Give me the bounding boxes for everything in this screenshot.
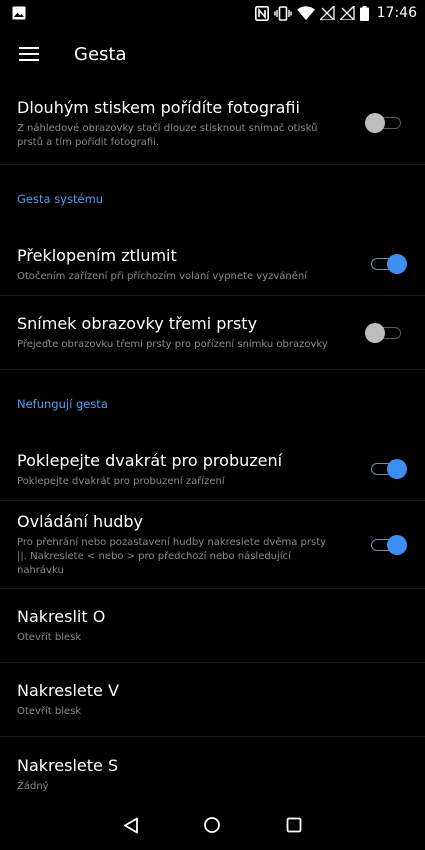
three-finger-toggle[interactable]	[365, 322, 403, 344]
section-header-disabled: Nefungují gesta	[17, 397, 108, 411]
nfc-icon	[254, 5, 269, 21]
signal-off-icon	[339, 6, 355, 20]
app-bar: Gesta	[0, 26, 425, 82]
setting-subtitle: Pro přehrání nebo pozastavení hudby nakr…	[17, 537, 327, 576]
setting-title: Ovládání hudby	[17, 512, 144, 531]
setting-title: Nakreslit O	[17, 607, 106, 626]
setting-subtitle: Z náhledové obrazovky stačí dlouze stisk…	[17, 122, 318, 148]
page-title: Gesta	[74, 43, 127, 65]
home-icon[interactable]	[200, 813, 224, 837]
setting-title: Dlouhým stiskem pořídíte fotografii	[17, 97, 300, 117]
recents-icon[interactable]	[282, 813, 306, 837]
flip-mute-toggle[interactable]	[369, 253, 407, 275]
setting-title: Nakreslete S	[17, 755, 119, 775]
settings-list: Dlouhým stiskem pořídíte fotografii Z ná…	[0, 82, 425, 811]
vibrate-icon	[273, 5, 292, 21]
double-tap-toggle[interactable]	[369, 458, 407, 480]
hamburger-menu-icon[interactable]	[16, 41, 42, 67]
setting-title: Snímek obrazovky třemi prsty	[17, 314, 258, 333]
setting-title: Poklepejte dvakrát pro probuzení	[17, 450, 283, 470]
setting-music-control[interactable]: Ovládání hudby Pro přehrání nebo pozasta…	[0, 501, 425, 589]
setting-subtitle: Otevřít blesk	[17, 632, 82, 643]
status-time: 17:46	[376, 5, 417, 21]
back-icon[interactable]	[119, 813, 143, 837]
signal-off-icon	[319, 6, 335, 20]
setting-subtitle: Žádný	[17, 780, 49, 792]
setting-double-tap-wake[interactable]: Poklepejte dvakrát pro probuzení Poklepe…	[0, 438, 425, 501]
wifi-icon	[296, 6, 315, 20]
setting-subtitle: Otevřít blesk	[17, 706, 82, 717]
setting-title: Nakreslete V	[17, 681, 119, 700]
section-header-system: Gesta systému	[17, 192, 104, 206]
setting-draw-o[interactable]: Nakreslit O Otevřít blesk	[0, 589, 425, 663]
setting-draw-v[interactable]: Nakreslete V Otevřít blesk	[0, 663, 425, 737]
photo-toggle[interactable]	[365, 112, 403, 134]
setting-title: Překlopením ztlumit	[17, 245, 177, 265]
image-icon	[12, 6, 26, 20]
setting-subtitle: Poklepejte dvakrát pro probuzení zařízen…	[17, 475, 225, 487]
setting-subtitle: Otočením zařízení při příchozím volaní v…	[17, 270, 308, 282]
setting-photo[interactable]: Dlouhým stiskem pořídíte fotografii Z ná…	[0, 82, 425, 165]
status-bar: 17:46	[0, 0, 425, 26]
navigation-bar	[0, 800, 425, 850]
setting-flip-mute[interactable]: Překlopením ztlumit Otočením zařízení př…	[0, 233, 425, 296]
music-toggle[interactable]	[369, 534, 407, 556]
setting-three-finger-screenshot[interactable]: Snímek obrazovky třemi prsty Přejeďte ob…	[0, 296, 425, 370]
setting-subtitle: Přejeďte obrazovku třemi prsty pro poříz…	[17, 339, 328, 350]
battery-icon	[359, 5, 369, 21]
